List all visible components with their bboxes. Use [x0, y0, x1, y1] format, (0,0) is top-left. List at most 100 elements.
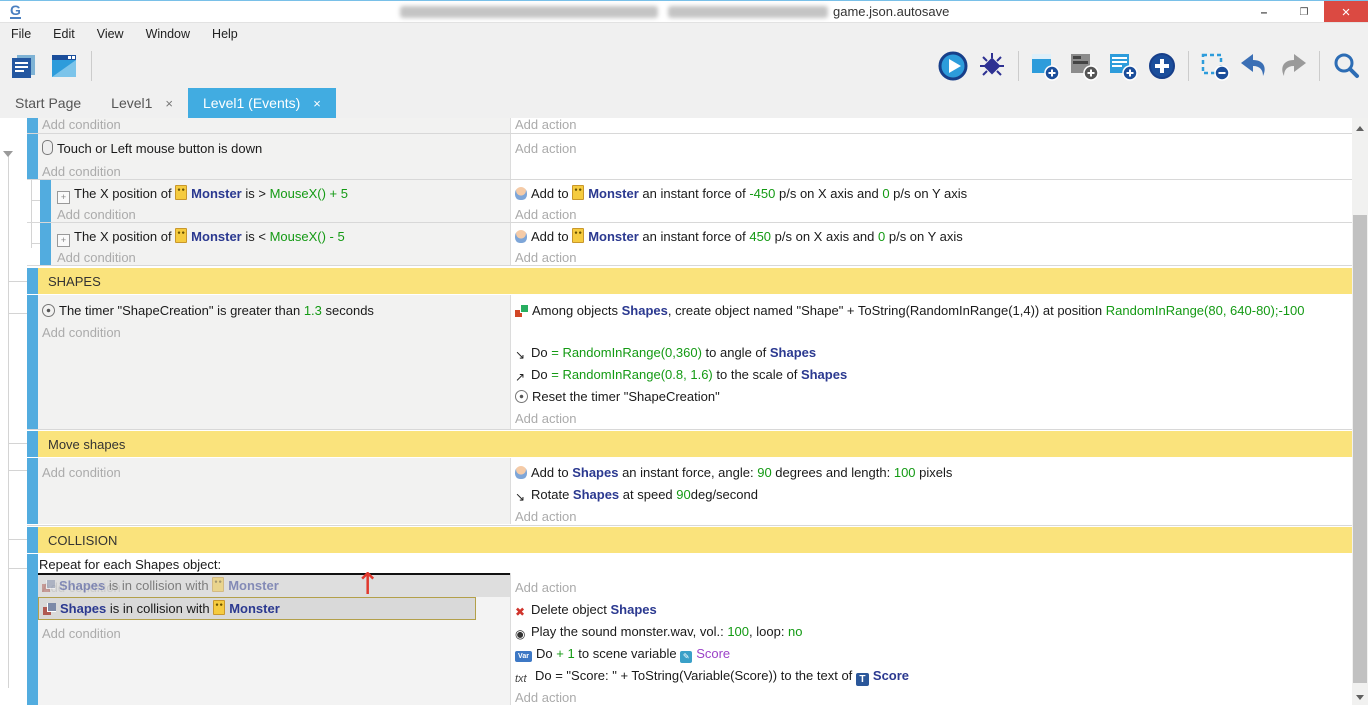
event-row-shape-creation[interactable]: The timer "ShapeCreation" is greater tha… — [27, 295, 1352, 429]
position-icon — [57, 234, 70, 247]
event-selection-bar[interactable] — [27, 527, 38, 553]
vertical-scrollbar[interactable] — [1352, 118, 1368, 705]
scrollbar-thumb[interactable] — [1353, 215, 1367, 683]
menu-file[interactable]: File — [0, 27, 42, 41]
tree-line — [8, 568, 27, 569]
monster-icon — [213, 600, 225, 615]
scene-editor-icon[interactable] — [48, 50, 80, 82]
redacted-title-text — [668, 6, 828, 18]
condition-timer[interactable]: The timer "ShapeCreation" is greater tha… — [42, 300, 374, 321]
debug-icon[interactable] — [976, 50, 1008, 82]
event-selection-bar[interactable] — [27, 295, 38, 429]
collapse-arrow-icon[interactable] — [3, 151, 13, 157]
angle-icon — [515, 344, 527, 357]
close-icon[interactable]: × — [313, 96, 321, 111]
toolbar-separator — [1018, 51, 1019, 81]
menu-window[interactable]: Window — [135, 27, 201, 41]
action-increment-score[interactable]: Do + 1 to scene variable Score — [515, 643, 730, 664]
comment-text[interactable]: COLLISION — [38, 527, 1352, 553]
event-selection-bar[interactable] — [27, 118, 38, 133]
textobj-icon — [856, 673, 869, 686]
action-force-neg450[interactable]: Add to Monster an instant force of -450 … — [515, 183, 967, 204]
shapes-icon — [43, 603, 56, 615]
position-icon — [57, 191, 70, 204]
tree-line — [8, 281, 27, 282]
action-set-score-text[interactable]: Do = "Score: " + ToString(Variable(Score… — [515, 665, 909, 686]
menu-bar: File Edit View Window Help — [0, 22, 1368, 45]
add-condition-link[interactable]: Add condition — [42, 322, 121, 343]
menu-edit[interactable]: Edit — [42, 27, 86, 41]
condition-touch-mouse[interactable]: Touch or Left mouse button is down — [42, 138, 262, 159]
project-manager-icon[interactable] — [8, 50, 40, 82]
action-force-450[interactable]: Add to Monster an instant force of 450 p… — [515, 226, 963, 247]
add-action-link[interactable]: Add action — [515, 577, 576, 598]
sound-icon — [515, 623, 527, 636]
add-condition-link[interactable]: Add condition — [42, 462, 121, 483]
undo-icon[interactable] — [1238, 50, 1270, 82]
redacted-title-text — [400, 6, 658, 18]
comment-text[interactable]: SHAPES — [38, 268, 1352, 294]
event-selection-bar[interactable] — [27, 458, 38, 524]
monster-icon — [572, 185, 584, 200]
event-row-move-shapes[interactable]: Add condition Add to Shapes an instant f… — [27, 458, 1352, 524]
event-selection-bar[interactable] — [40, 180, 51, 222]
add-condition-link[interactable]: Add condition — [42, 623, 121, 644]
search-icon[interactable] — [1330, 50, 1362, 82]
action-create-object[interactable]: Among objects Shapes, create object name… — [515, 300, 1345, 321]
minimize-button[interactable] — [1244, 1, 1284, 23]
event-selection-bar[interactable] — [27, 554, 38, 705]
condition-collision-selected[interactable]: Shapes is in collision with Monster — [38, 597, 476, 620]
add-action-link[interactable]: Add action — [515, 408, 576, 429]
event-selection-bar[interactable] — [27, 268, 38, 294]
add-action-link[interactable]: Add action — [515, 114, 576, 135]
event-selection-bar[interactable] — [27, 431, 38, 457]
action-set-angle[interactable]: Do = RandomInRange(0,360) to angle of Sh… — [515, 342, 816, 363]
action-rotate-shapes[interactable]: Rotate Shapes at speed 90deg/second — [515, 484, 758, 505]
window-controls — [1244, 1, 1368, 23]
force-icon — [515, 230, 527, 243]
action-force-shapes[interactable]: Add to Shapes an instant force, angle: 9… — [515, 462, 952, 483]
scroll-down-icon[interactable] — [1356, 695, 1364, 700]
run-preview-icon[interactable] — [937, 50, 969, 82]
close-icon[interactable]: × — [165, 96, 173, 111]
subevent-row-xpos-gt[interactable]: The X position of Monster is > MouseX() … — [27, 180, 1352, 222]
add-comment-icon[interactable] — [1107, 50, 1139, 82]
window-title: game.json.autosave — [833, 4, 949, 19]
angle-icon — [515, 486, 527, 499]
add-circle-icon[interactable] — [1146, 50, 1178, 82]
menu-help[interactable]: Help — [201, 27, 249, 41]
subevent-row-xpos-lt[interactable]: The X position of Monster is < MouseX() … — [27, 223, 1352, 265]
action-set-scale[interactable]: Do = RandomInRange(0.8, 1.6) to the scal… — [515, 364, 847, 385]
add-action-link[interactable]: Add action — [515, 138, 576, 159]
scroll-up-icon[interactable] — [1356, 126, 1364, 131]
foreach-header[interactable]: Repeat for each Shapes object: — [39, 554, 221, 575]
toolbar-separator — [91, 51, 92, 81]
add-action-link[interactable]: Add action — [515, 506, 576, 527]
comment-move-shapes[interactable]: Move shapes — [27, 431, 1352, 457]
condition-xpos-gt[interactable]: The X position of Monster is > MouseX() … — [57, 183, 348, 204]
comment-collision[interactable]: COLLISION — [27, 527, 1352, 553]
close-button[interactable] — [1324, 1, 1368, 23]
event-row-touch[interactable]: Touch or Left mouse button is down Add c… — [27, 134, 1352, 179]
redo-icon[interactable] — [1277, 50, 1309, 82]
add-subevent-icon[interactable] — [1068, 50, 1100, 82]
add-event-icon[interactable] — [1029, 50, 1061, 82]
remove-selection-icon[interactable] — [1199, 50, 1231, 82]
comment-shapes[interactable]: SHAPES — [27, 268, 1352, 294]
shapes-icon — [42, 580, 55, 592]
create-icon — [515, 305, 528, 317]
action-reset-timer[interactable]: Reset the timer "ShapeCreation" — [515, 386, 720, 407]
event-selection-bar[interactable] — [40, 223, 51, 265]
tab-level1-events[interactable]: Level1 (Events) × — [188, 88, 336, 118]
menu-view[interactable]: View — [86, 27, 135, 41]
condition-xpos-lt[interactable]: The X position of Monster is < MouseX() … — [57, 226, 345, 247]
action-play-sound[interactable]: Play the sound monster.wav, vol.: 100, l… — [515, 621, 803, 642]
restore-button[interactable] — [1284, 1, 1324, 23]
event-selection-bar[interactable] — [27, 134, 38, 179]
add-condition-link[interactable]: Add condition — [42, 114, 121, 135]
event-row-partial[interactable]: Add condition Add action — [27, 118, 1352, 133]
comment-text[interactable]: Move shapes — [38, 431, 1352, 457]
event-row-foreach-collision[interactable]: Repeat for each Shapes object: Add condi… — [27, 554, 1352, 705]
action-delete-shapes[interactable]: Delete object Shapes — [515, 599, 657, 620]
events-sheet: Add condition Add action Touch or Left m… — [0, 118, 1368, 705]
